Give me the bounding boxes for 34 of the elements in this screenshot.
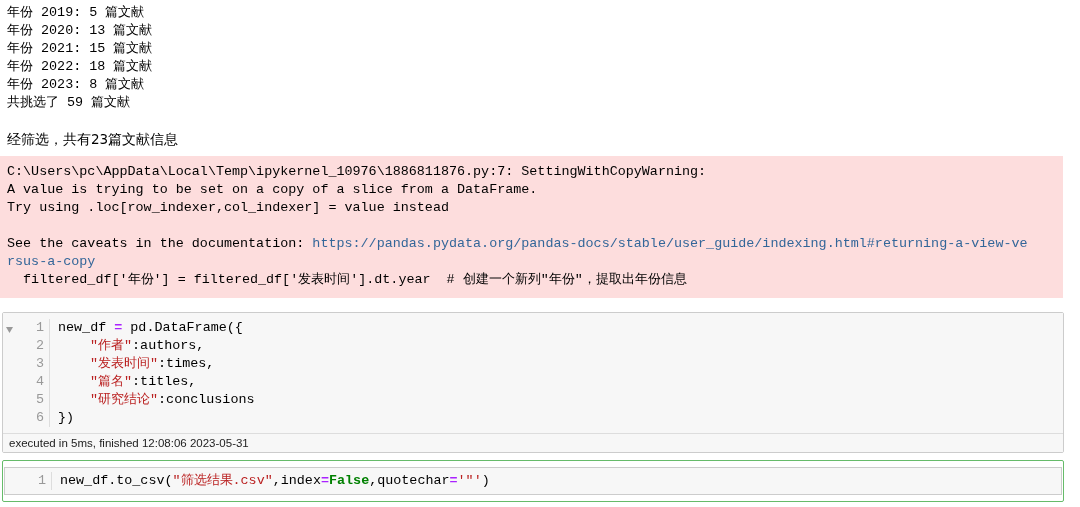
code-line: new_df = pd.DataFrame({ bbox=[58, 319, 243, 337]
code-editor[interactable]: 1 2 3 4 5 6 new_df = pd.DataFrame({ "作者":authors, "发表时间":times, "篇名":titles, "研究结论":conclusions }) bbox=[3, 313, 1063, 433]
warning-line: C:\Users\pc\AppData\Local\Temp\ipykernel_10976\1886811876.py:7: SettingWithCopyWarning: bbox=[7, 163, 707, 181]
warning-line: A value is trying to be set on a copy of a slice from a DataFrame. bbox=[7, 181, 538, 199]
code-editor[interactable]: 1 new_df.to_csv("筛选结果.csv",index=False,quotechar='"') bbox=[4, 467, 1062, 495]
warning-line: See the caveats in the documentation: bbox=[7, 235, 306, 253]
code-line: "作者":authors, bbox=[89, 337, 205, 355]
line-number: 4 bbox=[35, 373, 44, 391]
code-line: new_df.to_csv("筛选结果.csv",index=False,quotechar='"') bbox=[60, 472, 490, 490]
output-line: 年份 2022: 18 篇文献 bbox=[7, 58, 153, 76]
code-line: "研究结论":conclusions bbox=[89, 391, 255, 409]
output-line: 经筛选，共有23篇文献信息 bbox=[7, 130, 179, 148]
line-number: 5 bbox=[35, 391, 44, 409]
line-number: 3 bbox=[35, 355, 44, 373]
warning-line: Try using .loc[row_indexer,col_indexer] = value instead bbox=[7, 199, 449, 217]
output-line: 年份 2019: 5 篇文献 bbox=[7, 4, 145, 22]
code-line: "发表时间":times, bbox=[89, 355, 215, 373]
output-line: 年份 2023: 8 篇文献 bbox=[7, 76, 145, 94]
line-number: 1 bbox=[37, 472, 46, 490]
code-line: }) bbox=[58, 409, 75, 427]
line-number: 6 bbox=[35, 409, 44, 427]
execution-info: executed in 5ms, finished 12:08:06 2023-05-31 bbox=[3, 433, 1063, 452]
code-line: "篇名":titles, bbox=[89, 373, 197, 391]
warning-line: filtered_df['年份'] = filtered_df['发表时间'].dt.year # 创建一个新列"年份"，提取出年份信息 bbox=[22, 271, 687, 289]
code-cell[interactable]: 1 new_df.to_csv("筛选结果.csv",index=False,quotechar='"') bbox=[2, 460, 1064, 502]
output-line: 共挑选了 59 篇文献 bbox=[7, 94, 131, 112]
documentation-link[interactable]: rsus-a-copy bbox=[7, 253, 96, 271]
caret-icon[interactable] bbox=[6, 327, 13, 333]
line-number: 1 bbox=[35, 319, 44, 337]
documentation-link[interactable]: https://pandas.pydata.org/pandas-docs/stable/user_guide/indexing.html#returning-a-view-ve bbox=[312, 235, 1028, 253]
output-line: 年份 2020: 13 篇文献 bbox=[7, 22, 153, 40]
line-number: 2 bbox=[35, 337, 44, 355]
code-cell[interactable]: 1 2 3 4 5 6 new_df = pd.DataFrame({ "作者":authors, "发表时间":times, "篇名":titles, "研究结论":conclusions }) executed in 5ms, finished 12:08:06 2023-05-31 bbox=[2, 312, 1064, 453]
output-line: 年份 2021: 15 篇文献 bbox=[7, 40, 153, 58]
